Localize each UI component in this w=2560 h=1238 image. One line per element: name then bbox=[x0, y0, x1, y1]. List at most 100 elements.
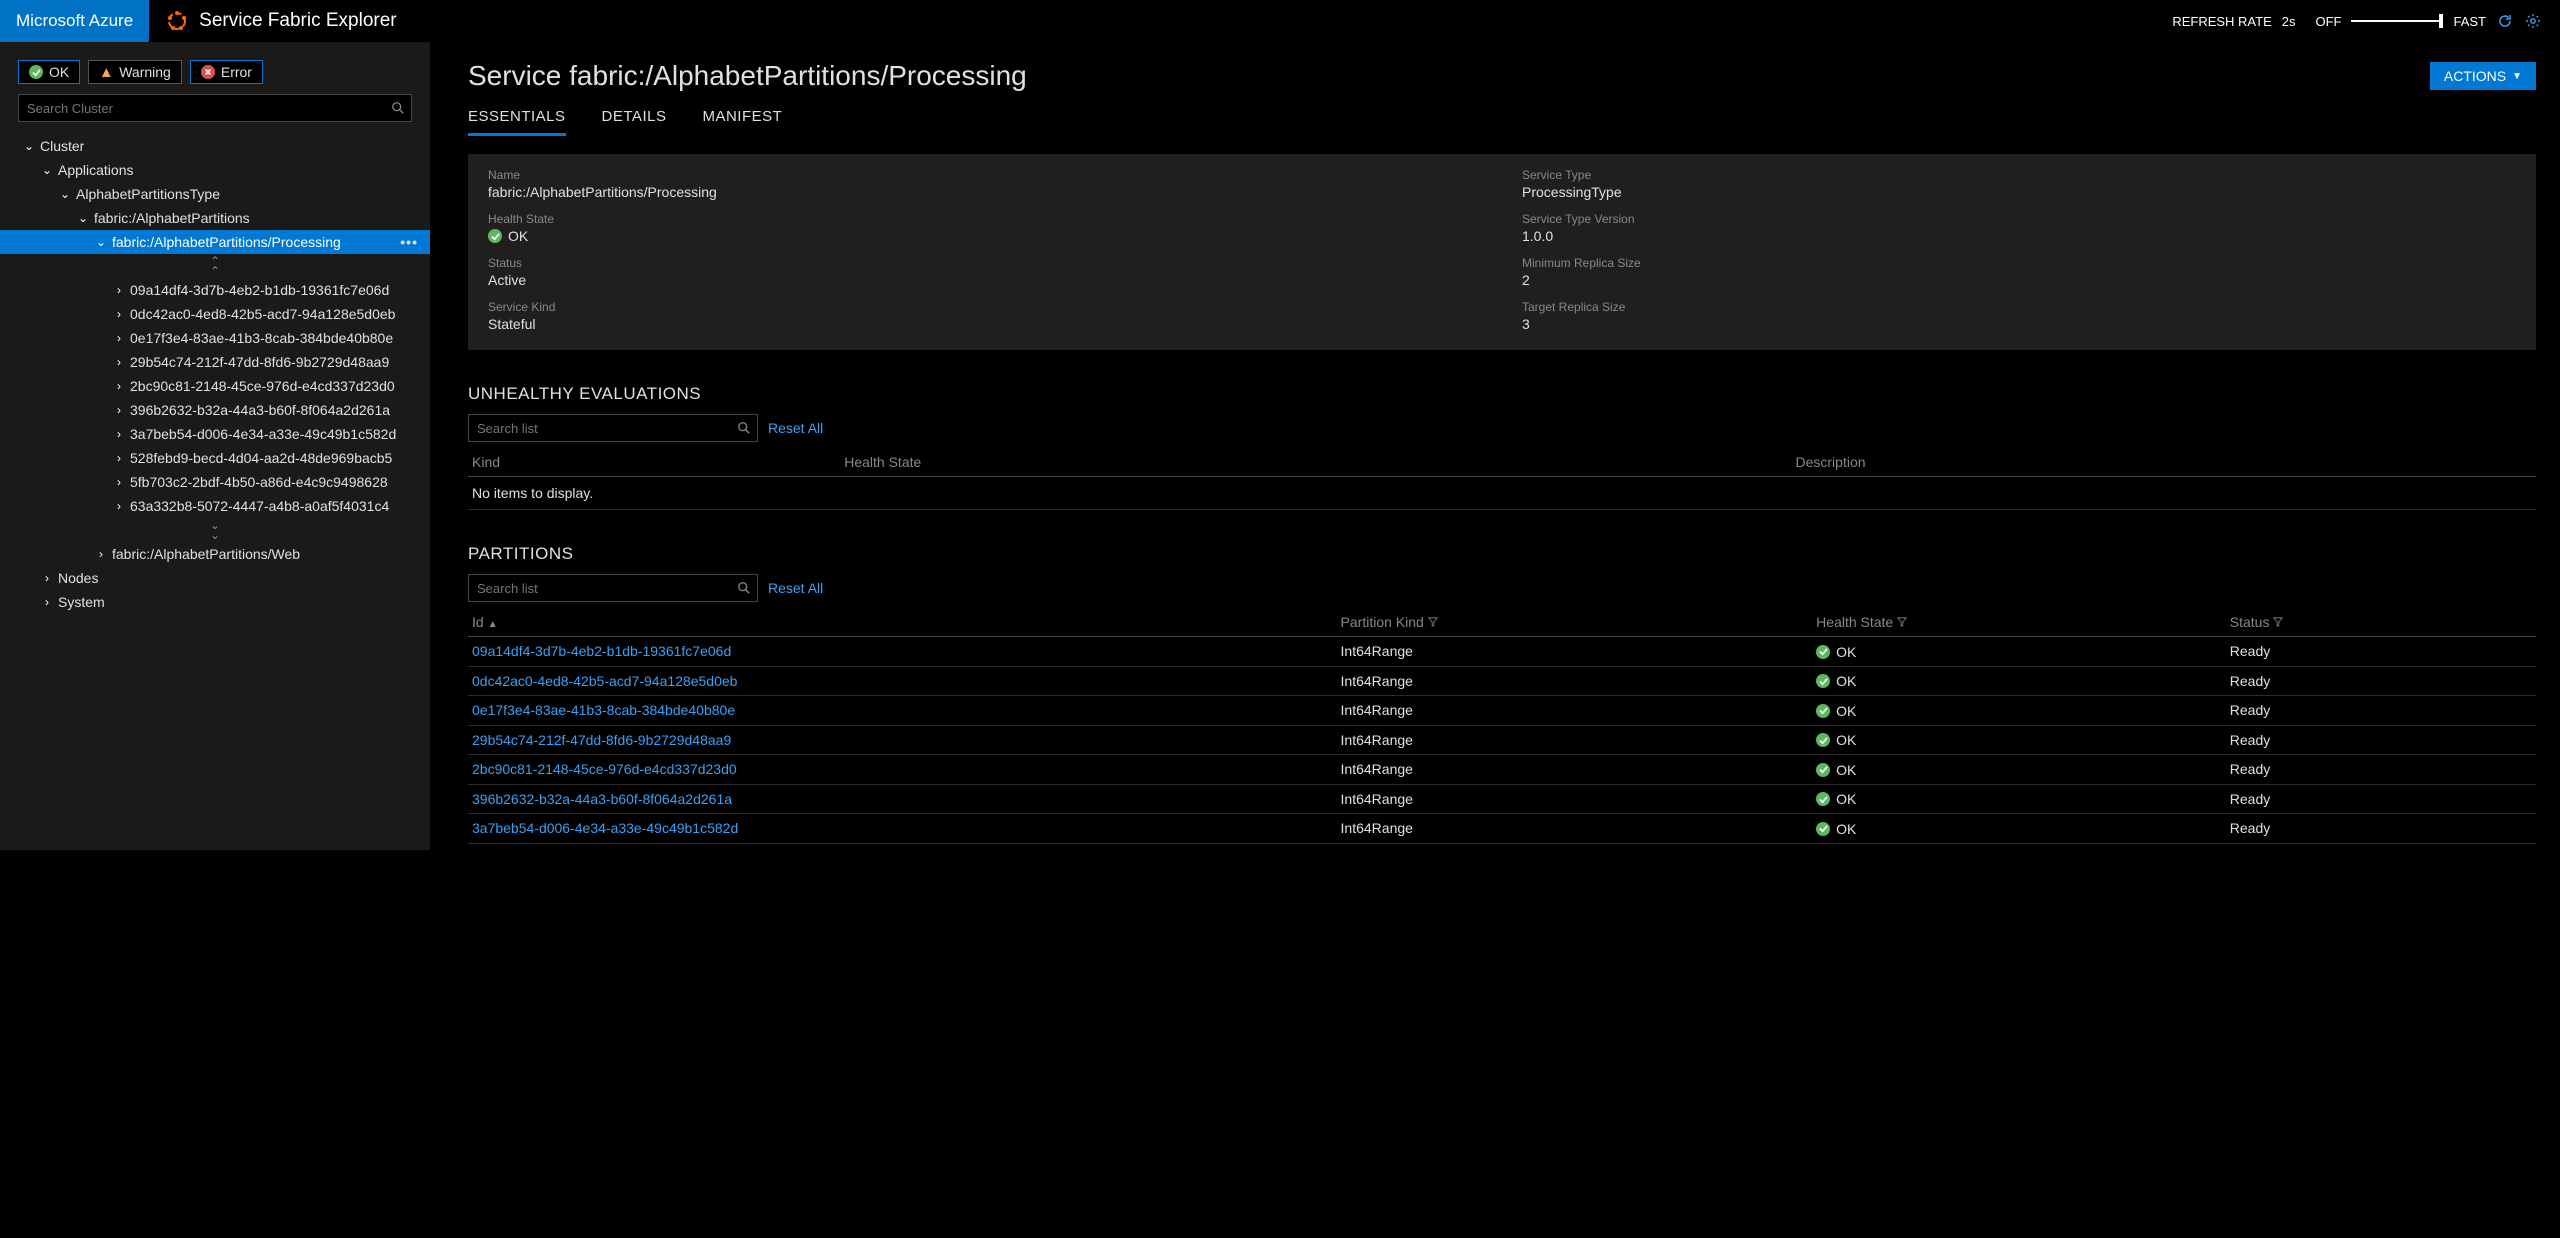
tree-partition-item[interactable]: ›09a14df4-3d7b-4eb2-b1db-19361fc7e06d bbox=[0, 278, 430, 302]
more-icon[interactable]: ••• bbox=[400, 234, 430, 250]
col-partition-kind[interactable]: Partition Kind bbox=[1337, 608, 1813, 637]
tree-app[interactable]: ⌄fabric:/AlphabetPartitions bbox=[0, 206, 430, 230]
unhealthy-table: Kind Health State Description bbox=[468, 448, 2536, 477]
filter-icon[interactable] bbox=[1428, 619, 1438, 630]
refresh-rate-slider[interactable] bbox=[2351, 20, 2443, 22]
partition-id-link[interactable]: 0dc42ac0-4ed8-42b5-acd7-94a128e5d0eb bbox=[472, 673, 737, 689]
ess-typever-label: Service Type Version bbox=[1522, 212, 2516, 226]
unhealthy-reset-link[interactable]: Reset All bbox=[768, 420, 823, 436]
table-row: 2bc90c81-2148-45ce-976d-e4cd337d23d0 Int6… bbox=[468, 755, 2536, 785]
col-id[interactable]: Id▲ bbox=[468, 608, 1337, 637]
partition-id-link[interactable]: 0e17f3e4-83ae-41b3-8cab-384bde40b80e bbox=[472, 702, 735, 718]
product-area: Service Fabric Explorer bbox=[149, 9, 412, 33]
col-kind[interactable]: Kind bbox=[468, 448, 840, 477]
col-status[interactable]: Status bbox=[2226, 608, 2536, 637]
tree-partition-item[interactable]: ›0e17f3e4-83ae-41b3-8cab-384bde40b80e bbox=[0, 326, 430, 350]
tree-partition-item[interactable]: ›5fb703c2-2bdf-4b50-a86d-e4c9c9498628 bbox=[0, 470, 430, 494]
tree-app-type[interactable]: ⌄AlphabetPartitionsType bbox=[0, 182, 430, 206]
partitions-search-box[interactable] bbox=[468, 574, 758, 602]
tree-nodes[interactable]: ›Nodes bbox=[0, 566, 430, 590]
ess-minrep-label: Minimum Replica Size bbox=[1522, 256, 2516, 270]
col-health-state[interactable]: Health State bbox=[1812, 608, 2226, 637]
ess-status-value: Active bbox=[488, 272, 1482, 288]
filter-warning-chip[interactable]: ▲ Warning bbox=[88, 60, 182, 84]
unhealthy-search-box[interactable] bbox=[468, 414, 758, 442]
ess-health-label: Health State bbox=[488, 212, 1482, 226]
cluster-search-box[interactable] bbox=[18, 94, 412, 122]
tree-partition-item[interactable]: ›3a7beb54-d006-4e34-a33e-49c49b1c582d bbox=[0, 422, 430, 446]
tab-details[interactable]: DETAILS bbox=[602, 108, 667, 136]
tree-partition-item[interactable]: ›29b54c74-212f-47dd-8fd6-9b2729d48aa9 bbox=[0, 350, 430, 374]
chevron-down-icon: ▼ bbox=[2512, 71, 2522, 82]
search-icon bbox=[731, 581, 757, 595]
tree-system[interactable]: ›System bbox=[0, 590, 430, 614]
cell-health: OK bbox=[1816, 673, 1856, 689]
refresh-fast-label: FAST bbox=[2453, 14, 2486, 29]
cell-partition-kind: Int64Range bbox=[1337, 725, 1813, 755]
cell-partition-kind: Int64Range bbox=[1337, 755, 1813, 785]
ok-icon bbox=[1816, 822, 1830, 836]
col-health[interactable]: Health State bbox=[840, 448, 1791, 477]
tree-partition-item[interactable]: ›63a332b8-5072-4447-a4b8-a0af5f4031c4 bbox=[0, 494, 430, 518]
ess-kind-label: Service Kind bbox=[488, 300, 1482, 314]
tabs: ESSENTIALS DETAILS MANIFEST bbox=[468, 108, 2536, 136]
essentials-panel: Namefabric:/AlphabetPartitions/Processin… bbox=[468, 154, 2536, 350]
tree-cluster[interactable]: ⌄Cluster bbox=[0, 134, 430, 158]
cell-status: Ready bbox=[2226, 784, 2536, 814]
cell-status: Ready bbox=[2226, 725, 2536, 755]
warning-icon: ▲ bbox=[99, 65, 113, 79]
refresh-icon[interactable] bbox=[2496, 12, 2514, 30]
cell-status: Ready bbox=[2226, 696, 2536, 726]
filter-ok-chip[interactable]: OK bbox=[18, 60, 80, 84]
tree-service-processing[interactable]: ⌄fabric:/AlphabetPartitions/Processing••… bbox=[0, 230, 430, 254]
cluster-search-input[interactable] bbox=[19, 101, 385, 116]
ok-icon bbox=[1816, 645, 1830, 659]
cell-partition-kind: Int64Range bbox=[1337, 666, 1813, 696]
ess-name-label: Name bbox=[488, 168, 1482, 182]
azure-brand[interactable]: Microsoft Azure bbox=[0, 0, 149, 42]
actions-button[interactable]: ACTIONS▼ bbox=[2430, 62, 2536, 90]
ess-typever-value: 1.0.0 bbox=[1522, 228, 2516, 244]
filter-icon[interactable] bbox=[1897, 619, 1907, 630]
cell-health: OK bbox=[1816, 762, 1856, 778]
tree-partition-item[interactable]: ›528febd9-becd-4d04-aa2d-48de969bacb5 bbox=[0, 446, 430, 470]
table-row: 09a14df4-3d7b-4eb2-b1db-19361fc7e06d Int6… bbox=[468, 637, 2536, 667]
cell-status: Ready bbox=[2226, 666, 2536, 696]
section-partitions-title: PARTITIONS bbox=[468, 544, 2536, 564]
refresh-rate-value: 2s bbox=[2282, 14, 2296, 29]
search-icon bbox=[731, 421, 757, 435]
partition-id-link[interactable]: 29b54c74-212f-47dd-8fd6-9b2729d48aa9 bbox=[472, 732, 731, 748]
tab-essentials[interactable]: ESSENTIALS bbox=[468, 108, 566, 136]
partition-id-link[interactable]: 3a7beb54-d006-4e34-a33e-49c49b1c582d bbox=[472, 820, 738, 836]
partition-id-link[interactable]: 2bc90c81-2148-45ce-976d-e4cd337d23d0 bbox=[472, 761, 737, 777]
filter-icon[interactable] bbox=[2273, 619, 2283, 630]
ok-icon bbox=[488, 229, 502, 243]
partition-id-link[interactable]: 09a14df4-3d7b-4eb2-b1db-19361fc7e06d bbox=[472, 643, 731, 659]
unhealthy-search-input[interactable] bbox=[469, 421, 731, 436]
tree-collapse-up-icon[interactable]: ⌃⌃ bbox=[0, 254, 430, 278]
tree-partition-item[interactable]: ›2bc90c81-2148-45ce-976d-e4cd337d23d0 bbox=[0, 374, 430, 398]
tree-service-web[interactable]: ›fabric:/AlphabetPartitions/Web bbox=[0, 542, 430, 566]
page-title: Service fabric:/AlphabetPartitions/Proce… bbox=[468, 60, 1027, 92]
ess-tgtrep-label: Target Replica Size bbox=[1522, 300, 2516, 314]
error-icon bbox=[201, 65, 215, 79]
refresh-rate-label: REFRESH RATE bbox=[2172, 14, 2271, 29]
settings-gear-icon[interactable] bbox=[2524, 12, 2542, 30]
partitions-reset-link[interactable]: Reset All bbox=[768, 580, 823, 596]
tree-partition-item[interactable]: ›0dc42ac0-4ed8-42b5-acd7-94a128e5d0eb bbox=[0, 302, 430, 326]
partition-id-link[interactable]: 396b2632-b32a-44a3-b60f-8f064a2d261a bbox=[472, 791, 732, 807]
filter-error-chip[interactable]: Error bbox=[190, 60, 263, 84]
ok-icon bbox=[1816, 674, 1830, 688]
sidebar: OK ▲ Warning Error ⌄Cluster ⌄Application… bbox=[0, 42, 430, 850]
ok-icon bbox=[29, 65, 43, 79]
cell-partition-kind: Int64Range bbox=[1337, 696, 1813, 726]
tab-manifest[interactable]: MANIFEST bbox=[702, 108, 782, 136]
ok-icon bbox=[1816, 704, 1830, 718]
tree-applications[interactable]: ⌄Applications bbox=[0, 158, 430, 182]
partitions-search-input[interactable] bbox=[469, 581, 731, 596]
cell-health: OK bbox=[1816, 732, 1856, 748]
tree-collapse-down-icon[interactable]: ⌄⌄ bbox=[0, 518, 430, 542]
cell-partition-kind: Int64Range bbox=[1337, 637, 1813, 667]
col-desc[interactable]: Description bbox=[1792, 448, 2537, 477]
tree-partition-item[interactable]: ›396b2632-b32a-44a3-b60f-8f064a2d261a bbox=[0, 398, 430, 422]
